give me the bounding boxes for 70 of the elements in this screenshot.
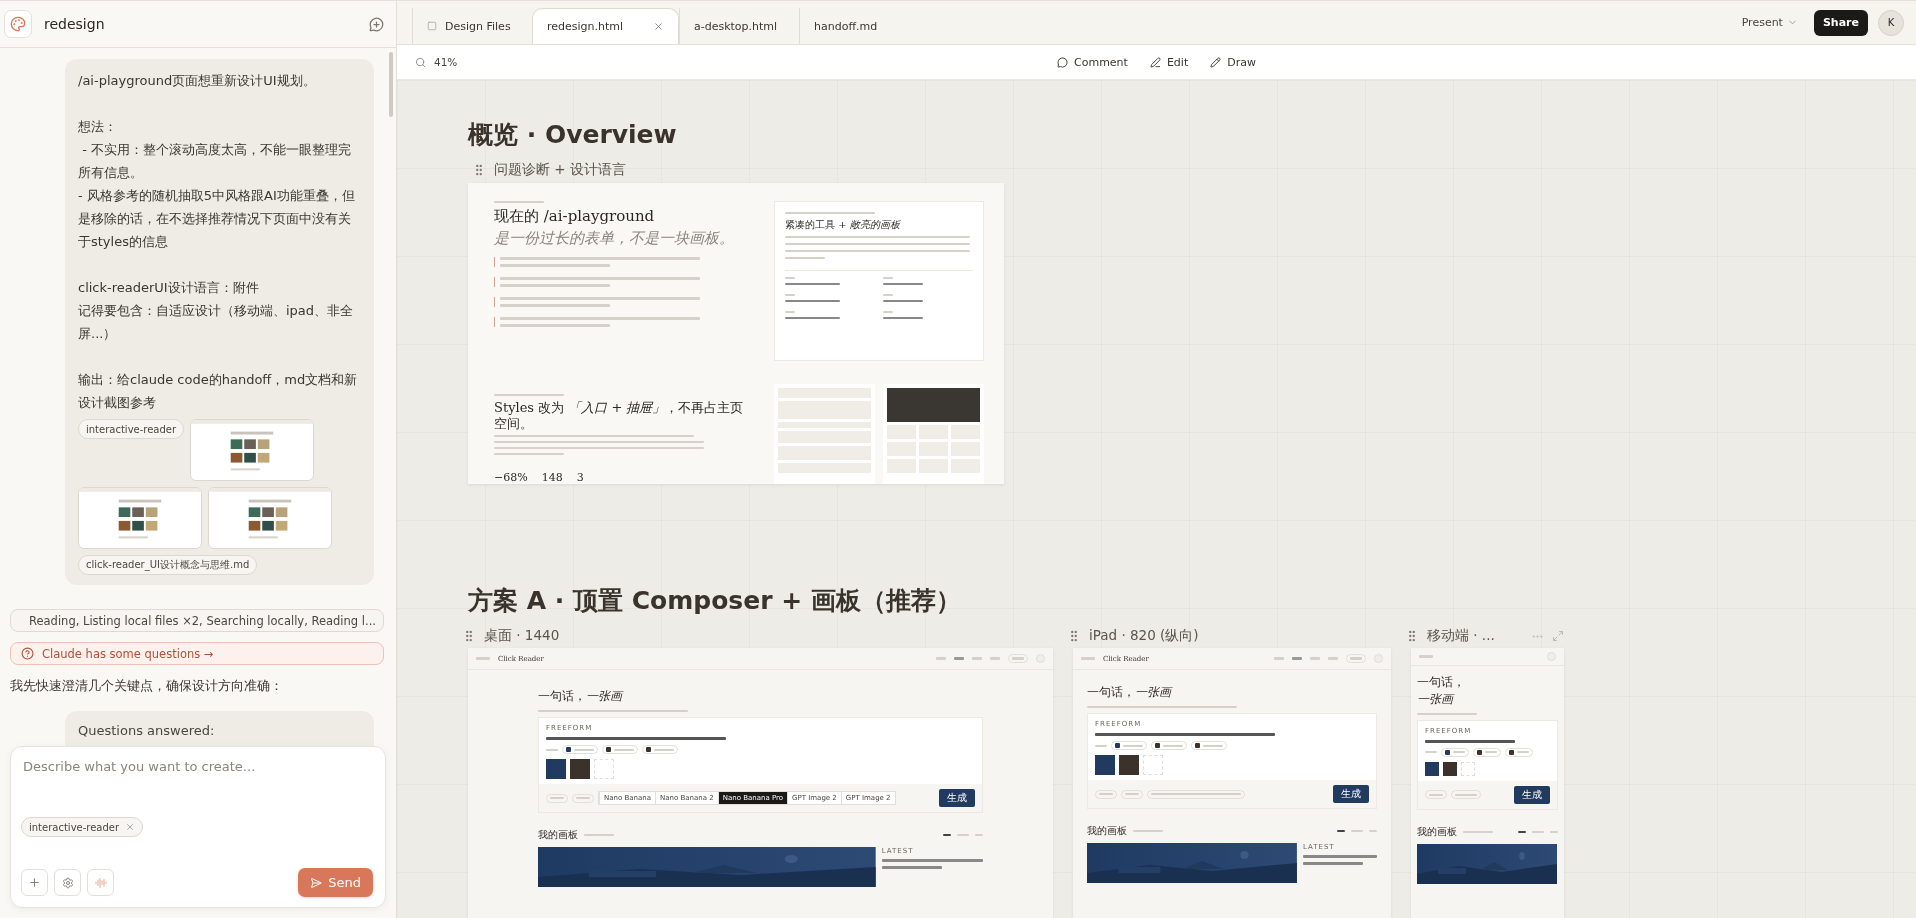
present-button[interactable]: Present (1735, 15, 1804, 30)
add-button[interactable] (21, 869, 48, 896)
decision-title: Styles 改为 「入口 + 抽屉」，不再占主页空间。 (494, 400, 744, 432)
section-title: 概览 · Overview (468, 119, 678, 151)
remove-icon[interactable] (125, 822, 136, 832)
close-icon[interactable] (653, 21, 664, 32)
draw-icon (1210, 56, 1222, 68)
headline: 一句话，一张画 (1087, 684, 1174, 702)
attachment-chip[interactable]: interactive-reader (78, 419, 185, 439)
settings-icon (61, 876, 74, 889)
new-chat-icon[interactable] (369, 16, 384, 32)
reference-thumbnail[interactable] (1425, 761, 1439, 776)
user-avatar[interactable]: K (1878, 9, 1904, 36)
file-tab[interactable]: a-desktop.html (679, 8, 799, 44)
assistant-message: 我先快速澄清几个关键点，确保设计方向准确： (10, 677, 284, 695)
message-text: click-readerUI设计语言：附件 (78, 279, 260, 297)
reference-thumbnail[interactable] (1119, 755, 1139, 776)
tool-button[interactable]: Draw (1210, 55, 1256, 69)
file-tab[interactable]: handoff.md (799, 8, 919, 44)
reference-thumbnail[interactable] (1443, 761, 1457, 776)
send-icon (310, 876, 323, 889)
scrollbar-thumb[interactable] (389, 52, 393, 117)
zoom-level[interactable]: 41% (415, 56, 458, 68)
generate-button[interactable]: 生成 (939, 789, 975, 808)
palette-icon (10, 16, 26, 32)
gallery-title: 我的画板 (1087, 824, 1127, 839)
activity-summary[interactable]: Reading, Listing local files ×2, Searching locally, Reading l... (10, 609, 384, 632)
frame-label: 移动端 · ... (1427, 627, 1495, 646)
comment-icon (1057, 56, 1068, 68)
gallery-title: 我的画板 (1417, 824, 1457, 839)
frame-label: iPad · 820 (纵向) (1089, 627, 1199, 646)
help-icon (21, 647, 34, 660)
edit-icon (1149, 56, 1161, 68)
diagnosis-title: 现在的 /ai-playground (494, 207, 656, 225)
message-text: 想法： (78, 118, 118, 136)
settings-button[interactable] (54, 869, 81, 896)
artboard-label: 问题诊断 + 设计语言 (494, 161, 626, 179)
reference-thumbnail[interactable] (570, 759, 590, 780)
headline: 一句话，一张画 (538, 688, 625, 706)
search-icon (415, 56, 426, 68)
reference-thumbnail[interactable] (546, 759, 566, 780)
message-text: - 不实用：整个滚动高度太高，不能一眼整理完所有信息。 (78, 141, 352, 182)
message-text: 输出：给claude code的handoff，md文档和新设计截图参考 (78, 371, 359, 412)
section-title: 方案 A · 顶置 Composer + 画板（推荐） (468, 585, 962, 618)
generate-button[interactable]: 生成 (1333, 785, 1369, 804)
stat-value: 148 (541, 471, 563, 485)
audio-wave-icon (94, 876, 107, 889)
share-button[interactable]: Share (1813, 9, 1868, 36)
frame-label: 桌面 · 1440 (484, 627, 560, 646)
attachment-chip[interactable]: click-reader_UI设计概念与思维.md (78, 555, 258, 575)
reference-thumbnail[interactable] (1095, 755, 1115, 776)
questions-banner[interactable]: Claude has some questions → (10, 642, 384, 665)
message-text: 记得要包含：自适应设计（移动端、ipad、非全屏...） (78, 302, 355, 343)
plus-icon (28, 876, 41, 889)
project-logo-button[interactable] (4, 10, 32, 38)
diagnosis-subtitle: 是一份过长的表单，不是一块画板。 (494, 229, 735, 247)
headline: 一句话，一张画 (1417, 674, 1466, 708)
gallery-title: 我的画板 (538, 828, 578, 843)
context-chip[interactable]: interactive-reader (21, 817, 144, 837)
project-title: redesign (44, 16, 106, 32)
design-language-title: 紧凑的工具 + 敞亮的画板 (785, 219, 902, 231)
prompt-field[interactable]: Describe what you want to create... interactive-reader Send (10, 746, 386, 908)
stat-value: −68% (494, 471, 528, 485)
message-text: /ai-playground页面想重新设计UI规划。 (78, 72, 317, 90)
generate-button[interactable]: 生成 (1514, 785, 1550, 804)
tool-button[interactable]: Comment (1057, 55, 1128, 69)
message-text: - 风格参考的随机抽取5中风格跟AI功能重叠，但是移除的话，在不选择推荐情况下页面中没有关于styles的信息 (78, 187, 356, 251)
stat-value: 3 (576, 471, 584, 485)
file-tab[interactable]: redesign.html (532, 8, 679, 44)
tool-button[interactable]: Edit (1149, 55, 1189, 69)
